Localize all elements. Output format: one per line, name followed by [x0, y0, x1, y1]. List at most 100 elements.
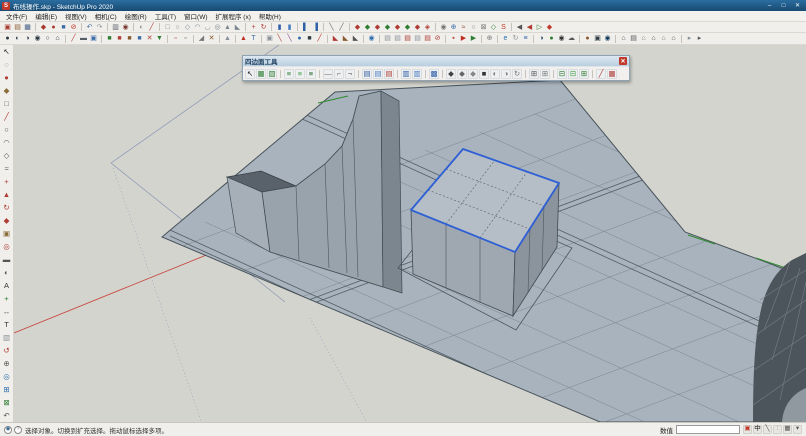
- vertex-1-icon[interactable]: ◆: [353, 23, 362, 32]
- eraser-tool-icon[interactable]: ◆: [1, 84, 12, 97]
- move-tool-icon[interactable]: +: [1, 175, 12, 188]
- tiny-red-icon[interactable]: ▪: [449, 34, 458, 43]
- qft-rot-1-icon[interactable]: ◐: [490, 69, 500, 79]
- qft-dark-icon[interactable]: ■: [479, 69, 489, 79]
- arc-icon[interactable]: ◠: [193, 23, 202, 32]
- house-3-icon[interactable]: ⌂: [639, 34, 648, 43]
- menu-item[interactable]: 绘图(R): [121, 11, 151, 21]
- warning-icon[interactable]: ▲: [239, 34, 248, 43]
- qft-conv-1-icon[interactable]: ⊟: [557, 69, 567, 79]
- line-icon[interactable]: ╱: [147, 23, 156, 32]
- qft-loop-1-icon[interactable]: ≡: [284, 69, 294, 79]
- info-icon[interactable]: ◉: [603, 34, 612, 43]
- small-b-icon[interactable]: ▫: [181, 34, 190, 43]
- scale-tool-icon[interactable]: ▣: [1, 227, 12, 240]
- orbit-icon[interactable]: ◐: [137, 23, 146, 32]
- qft-mesh-2-icon[interactable]: ▥: [412, 69, 422, 79]
- list-tool-icon[interactable]: ≡: [521, 34, 530, 43]
- view-back-icon[interactable]: ○: [43, 34, 52, 43]
- qft-rot-3-icon[interactable]: ↻: [512, 69, 522, 79]
- 3d-viewport[interactable]: 四边面工具 ✕ ↖▦▧≡≡≡—⌐¬▤▤▤▥▥▩◆◆◆■◐◑↻⊞⊞⊟⊟⊞╱▦: [14, 45, 806, 422]
- paint-tool-icon[interactable]: ●: [1, 71, 12, 84]
- flag-green-2-icon[interactable]: ▶: [469, 34, 478, 43]
- flag-green-icon[interactable]: ▷: [535, 23, 544, 32]
- copy-icon[interactable]: ▥: [111, 23, 120, 32]
- minimize-window-icon[interactable]: –: [763, 1, 776, 10]
- solid-trim-icon[interactable]: ■: [125, 34, 134, 43]
- select-tool-icon[interactable]: ↖: [1, 45, 12, 58]
- e-tool-icon[interactable]: e: [501, 34, 510, 43]
- vertex-4-icon[interactable]: ◆: [383, 23, 392, 32]
- cone-icon[interactable]: ▲: [223, 34, 232, 43]
- rotate-tool-icon[interactable]: ↻: [1, 201, 12, 214]
- qft-quad-icon[interactable]: ▦: [256, 69, 266, 79]
- zoom-window-tool-icon[interactable]: ⊞: [1, 383, 12, 396]
- qft-conv-3-icon[interactable]: ⊞: [579, 69, 589, 79]
- cloud-icon[interactable]: ☁: [567, 34, 576, 43]
- offset-tool-icon[interactable]: ◎: [1, 240, 12, 253]
- draw-line-icon[interactable]: ╱: [69, 34, 78, 43]
- doc-6-icon[interactable]: ⊘: [433, 34, 442, 43]
- rect-tool-icon[interactable]: □: [1, 97, 12, 110]
- doc-1-icon[interactable]: ▤: [383, 34, 392, 43]
- move-icon[interactable]: +: [249, 23, 258, 32]
- text-style-icon[interactable]: T: [249, 34, 258, 43]
- fix-problems-icon[interactable]: ✕: [207, 34, 216, 43]
- hat-icon[interactable]: ◉: [439, 23, 448, 32]
- undo-icon[interactable]: ↶: [85, 23, 94, 32]
- 3dtext-tool-icon[interactable]: T: [1, 318, 12, 331]
- vertex-3-icon[interactable]: ◆: [373, 23, 382, 32]
- qft-edge-1-icon[interactable]: —: [323, 69, 333, 79]
- quad-tools-toolbar[interactable]: 四边面工具 ✕ ↖▦▧≡≡≡—⌐¬▤▤▤▥▥▩◆◆◆■◐◑↻⊞⊞⊟⊟⊞╱▦: [242, 55, 630, 81]
- vertex-2-icon[interactable]: ◆: [363, 23, 372, 32]
- view-iso-icon[interactable]: ●: [3, 34, 12, 43]
- qft-mesh-3-icon[interactable]: ▩: [429, 69, 439, 79]
- menu-item[interactable]: 扩展程序 (x): [212, 11, 255, 21]
- ime-punct-icon[interactable]: :: [773, 425, 782, 434]
- tape-tool-icon[interactable]: ▬: [1, 253, 12, 266]
- doc-2-icon[interactable]: ▤: [393, 34, 402, 43]
- qft-grid-1-icon[interactable]: ▤: [362, 69, 372, 79]
- protractor-tool-icon[interactable]: ◐: [1, 266, 12, 279]
- qft-loop-2-icon[interactable]: ≡: [295, 69, 305, 79]
- qft-edge-3-icon[interactable]: ¬: [345, 69, 355, 79]
- new-icon[interactable]: ▣: [3, 23, 12, 32]
- mail-icon[interactable]: ▣: [593, 34, 602, 43]
- close-window-icon[interactable]: ✕: [791, 1, 804, 10]
- qft-select-icon[interactable]: ↖: [245, 69, 255, 79]
- close-icon[interactable]: ✕: [619, 57, 627, 65]
- component-2-icon[interactable]: ◇: [489, 23, 498, 32]
- qft-mesh-1-icon[interactable]: ▥: [401, 69, 411, 79]
- qft-loop-3-icon[interactable]: ≡: [306, 69, 316, 79]
- flag-red-icon[interactable]: ▶: [459, 34, 468, 43]
- small-a-icon[interactable]: ▫: [171, 34, 180, 43]
- globe-icon[interactable]: ◉: [367, 34, 376, 43]
- ime-indicator-icon[interactable]: ▣: [743, 425, 752, 434]
- menu-item[interactable]: 编辑(E): [31, 11, 61, 21]
- qft-uv-1-icon[interactable]: ◆: [446, 69, 456, 79]
- solid-outer-icon[interactable]: ▼: [155, 34, 164, 43]
- dropper-1-icon[interactable]: ╲: [275, 34, 284, 43]
- vertex-6-icon[interactable]: ◆: [403, 23, 412, 32]
- qft-table-1-icon[interactable]: ⊞: [529, 69, 539, 79]
- transform-icon[interactable]: ⊕: [449, 23, 458, 32]
- house-6-icon[interactable]: ⌂: [669, 34, 678, 43]
- menu-item[interactable]: 工具(T): [151, 11, 180, 21]
- arrow-left-icon[interactable]: ◀: [515, 23, 524, 32]
- polygon-tool-icon[interactable]: ◇: [1, 149, 12, 162]
- layers-panel-icon[interactable]: ▣: [89, 34, 98, 43]
- gear-icon[interactable]: ⊕: [485, 34, 494, 43]
- solid-subtract-icon[interactable]: ■: [115, 34, 124, 43]
- geolocation-icon[interactable]: ◉: [4, 426, 12, 434]
- slash-1-icon[interactable]: ╲: [327, 23, 336, 32]
- arc-tool-icon[interactable]: ◠: [1, 136, 12, 149]
- followme-tool-icon[interactable]: ◆: [1, 214, 12, 227]
- house-5-icon[interactable]: ⌂: [659, 34, 668, 43]
- qft-uv-2-icon[interactable]: ◆: [457, 69, 467, 79]
- warehouse-style-icon[interactable]: ◉: [557, 34, 566, 43]
- zoom-tool-icon[interactable]: ◎: [1, 370, 12, 383]
- key-tool-icon[interactable]: ●: [583, 34, 592, 43]
- freehand-tool-icon[interactable]: ≈: [1, 162, 12, 175]
- vertex-5-icon[interactable]: ◆: [393, 23, 402, 32]
- profile-3-icon[interactable]: ◣: [351, 34, 360, 43]
